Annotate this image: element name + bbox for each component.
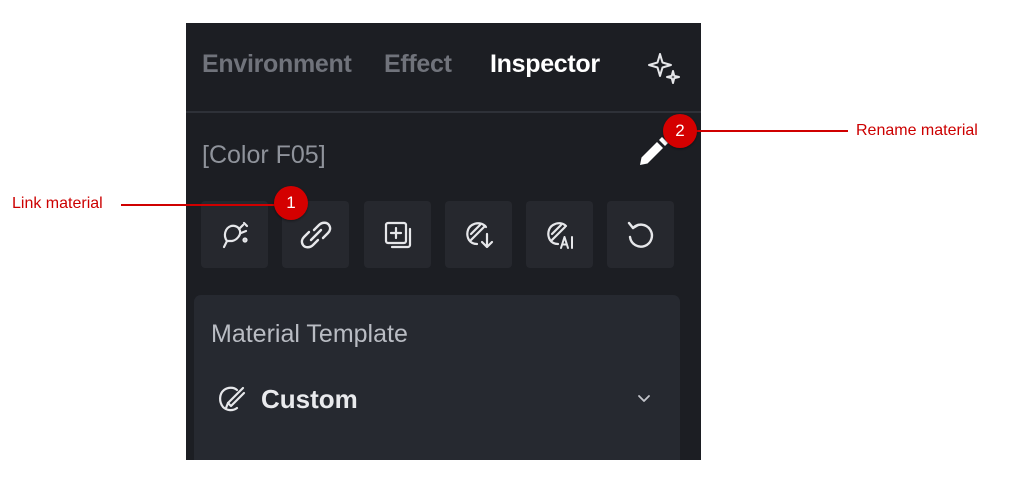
annotation-line [121,204,291,206]
annotation-badge-1: 1 [274,186,308,220]
annotation-badge-2: 2 [663,114,697,148]
ai-material-button[interactable] [526,201,593,268]
material-template-select[interactable]: Custom [211,377,661,421]
annotation-line [680,130,848,132]
sparkle-icon[interactable] [646,51,682,87]
material-icon [219,386,246,412]
material-template-value: Custom [261,384,358,414]
link-icon [300,221,331,248]
inspector-panel: Environment Effect Inspector [Color F05] [186,23,701,460]
reset-material-button[interactable] [607,201,674,268]
duplicate-material-button[interactable] [364,201,431,268]
material-name: [Color F05] [202,141,326,169]
material-template-card: Material Template Custom [194,295,680,460]
tab-environment[interactable]: Environment [202,50,352,79]
annotation-label-rename-material: Rename material [856,122,978,139]
ai-material-icon [546,221,573,249]
dropper-icon [222,221,248,248]
tab-effect[interactable]: Effect [384,50,452,79]
download-material-button[interactable] [445,201,512,268]
chevron-down-icon [638,395,650,402]
eyedropper-button[interactable] [201,201,268,268]
material-template-title: Material Template [211,320,408,348]
download-material-icon [465,221,493,248]
annotation-label-link-material: Link material [12,195,103,212]
tab-bar: Environment Effect Inspector [186,23,701,111]
tab-divider [186,111,701,113]
duplicate-icon [384,221,411,248]
tab-inspector[interactable]: Inspector [490,50,600,79]
reset-icon [627,221,653,248]
